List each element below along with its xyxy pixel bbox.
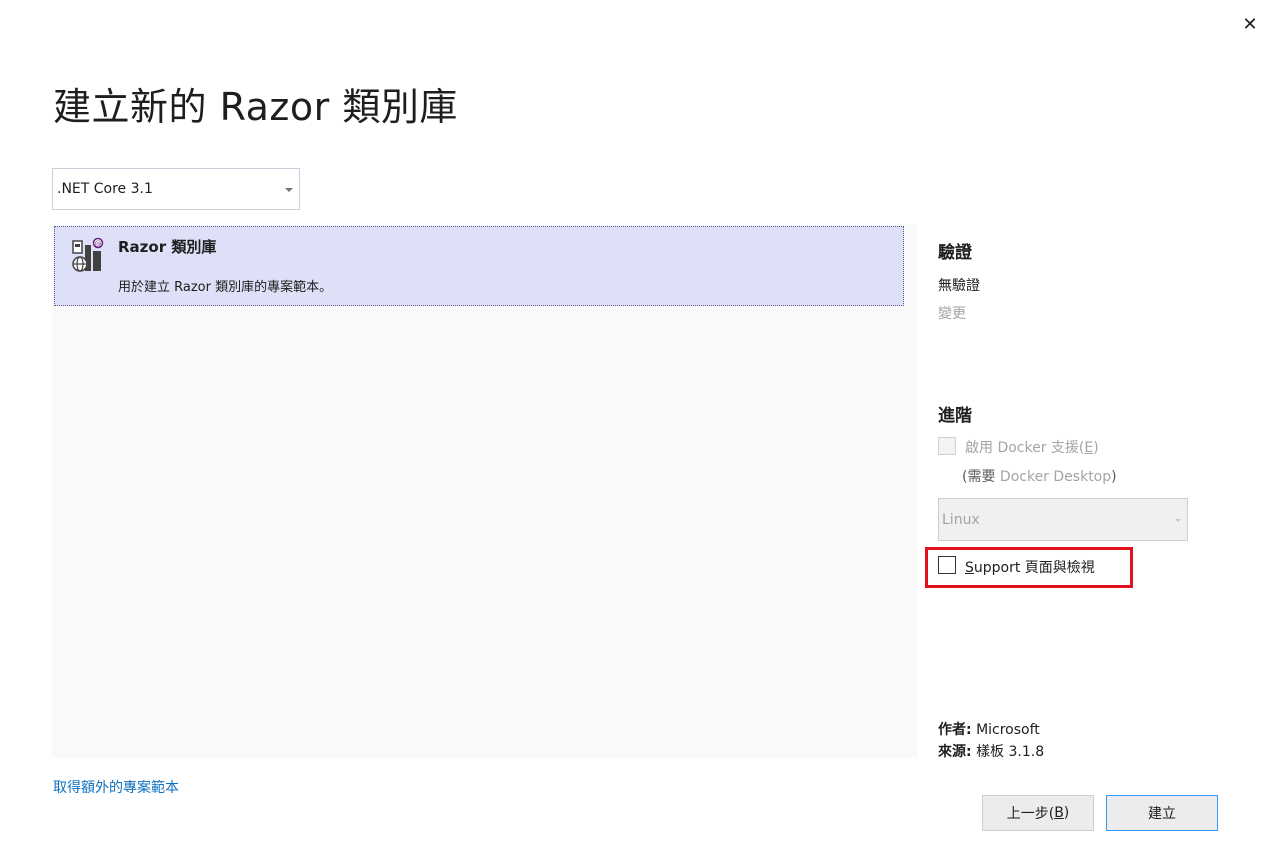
svg-text:@: @ — [95, 240, 102, 248]
template-name: Razor 類別庫 — [118, 238, 217, 256]
razor-class-library-icon: @ — [69, 237, 107, 275]
more-templates-link[interactable]: 取得額外的專案範本 — [53, 777, 179, 797]
docker-support-checkbox[interactable] — [938, 437, 956, 455]
author-row: 作者: Microsoft — [938, 719, 1040, 739]
chevron-down-icon — [1175, 519, 1181, 522]
back-button[interactable]: 上一步(B) — [982, 795, 1094, 831]
chevron-down-icon — [285, 188, 293, 192]
source-label: 來源: — [938, 744, 972, 760]
support-pages-views-checkbox[interactable] — [938, 556, 956, 574]
close-button[interactable]: ✕ — [1236, 10, 1264, 38]
authentication-value: 無驗證 — [938, 278, 980, 294]
docker-requirement-note: (需要 Docker Desktop) — [962, 469, 1117, 485]
change-authentication-link[interactable]: 變更 — [938, 303, 966, 323]
docker-desktop-link[interactable]: Docker Desktop — [1000, 469, 1111, 485]
template-description: 用於建立 Razor 類別庫的專案範本。 — [118, 280, 333, 295]
author-label: 作者: — [938, 722, 972, 738]
target-os-dropdown[interactable]: Linux — [938, 498, 1188, 541]
authentication-heading: 驗證 — [938, 243, 972, 263]
page-title: 建立新的 Razor 類別庫 — [53, 85, 458, 129]
advanced-heading: 進階 — [938, 406, 972, 426]
docker-support-label: 啟用 Docker 支援(E) — [965, 440, 1099, 456]
target-os-value: Linux — [942, 511, 980, 528]
create-button[interactable]: 建立 — [1106, 795, 1218, 831]
framework-selected-value: .NET Core 3.1 — [57, 181, 153, 197]
author-value: Microsoft — [976, 722, 1040, 738]
source-row: 來源: 樣板 3.1.8 — [938, 741, 1044, 761]
close-icon: ✕ — [1242, 13, 1258, 35]
template-item-razor-class-library[interactable]: @ Razor 類別庫 用於建立 Razor 類別庫的專案範本。 — [54, 226, 904, 306]
source-value: 樣板 3.1.8 — [976, 744, 1045, 760]
support-pages-views-label[interactable]: Support 頁面與檢視 — [965, 557, 1095, 577]
framework-dropdown[interactable]: .NET Core 3.1 — [52, 168, 300, 210]
